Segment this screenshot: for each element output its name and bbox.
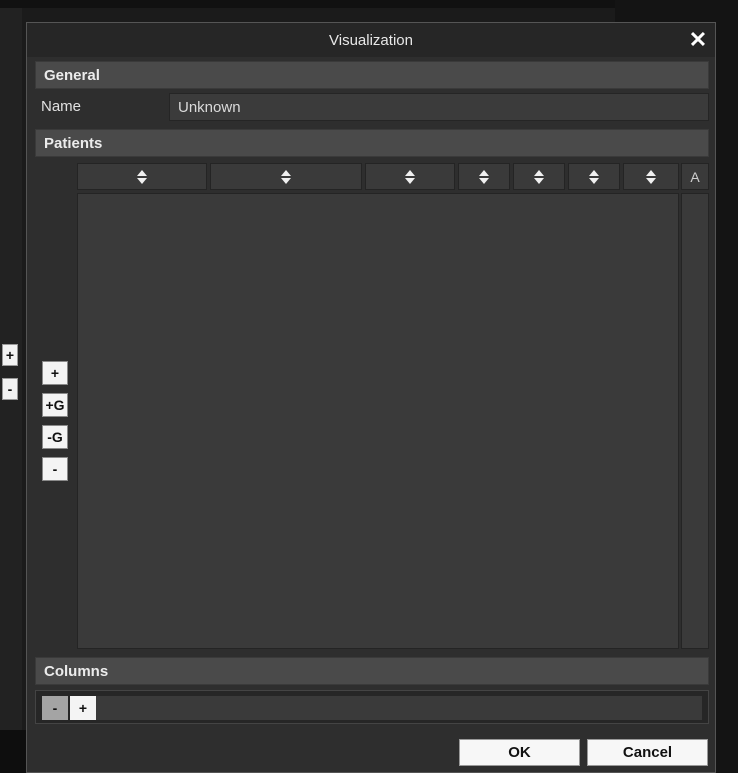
- section-general-title: General: [44, 66, 100, 84]
- column-header-5[interactable]: [513, 163, 565, 190]
- column-header-7[interactable]: [623, 163, 679, 190]
- cancel-button[interactable]: Cancel: [587, 739, 708, 766]
- sort-icon: [534, 169, 544, 184]
- patients-table-side-column[interactable]: [681, 193, 709, 649]
- column-header-1[interactable]: [77, 163, 207, 190]
- section-general-header: General: [35, 61, 709, 89]
- patients-table-body[interactable]: [77, 193, 679, 649]
- remove-patient-button[interactable]: -: [42, 457, 68, 481]
- visualization-dialog: Visualization ✕ General Name Unknown Pat…: [26, 22, 716, 773]
- sort-icon: [589, 169, 599, 184]
- name-input-value: Unknown: [178, 98, 241, 116]
- sort-icon: [281, 169, 291, 184]
- add-patient-button[interactable]: +: [42, 361, 68, 385]
- sort-icon: [405, 169, 415, 184]
- columns-bar: - +: [35, 690, 709, 724]
- columns-track: [96, 696, 702, 720]
- close-icon[interactable]: ✕: [685, 27, 711, 53]
- ok-button[interactable]: OK: [459, 739, 580, 766]
- remove-column-button[interactable]: -: [42, 696, 68, 720]
- column-header-4[interactable]: [458, 163, 510, 190]
- sort-icon: [479, 169, 489, 184]
- name-input[interactable]: Unknown: [169, 93, 709, 121]
- add-column-button[interactable]: +: [70, 696, 96, 720]
- sort-icon: [646, 169, 656, 184]
- section-patients-header: Patients: [35, 129, 709, 157]
- background-left-bottom: [0, 730, 26, 773]
- section-columns-title: Columns: [44, 662, 109, 680]
- column-header-2[interactable]: [210, 163, 362, 190]
- dialog-titlebar: Visualization ✕: [27, 23, 715, 57]
- dialog-title: Visualization: [329, 31, 413, 49]
- sort-icon: [137, 169, 147, 184]
- name-label: Name: [41, 98, 82, 115]
- add-group-button[interactable]: +G: [42, 393, 68, 417]
- column-header-3[interactable]: [365, 163, 455, 190]
- remove-group-button[interactable]: -G: [42, 425, 68, 449]
- section-columns-header: Columns: [35, 657, 709, 685]
- column-header-6[interactable]: [568, 163, 620, 190]
- side-remove-button[interactable]: -: [2, 378, 18, 400]
- column-header-a-label: A: [690, 168, 700, 185]
- column-header-a[interactable]: A: [681, 163, 709, 190]
- section-patients-title: Patients: [44, 134, 103, 152]
- side-add-button[interactable]: +: [2, 344, 18, 366]
